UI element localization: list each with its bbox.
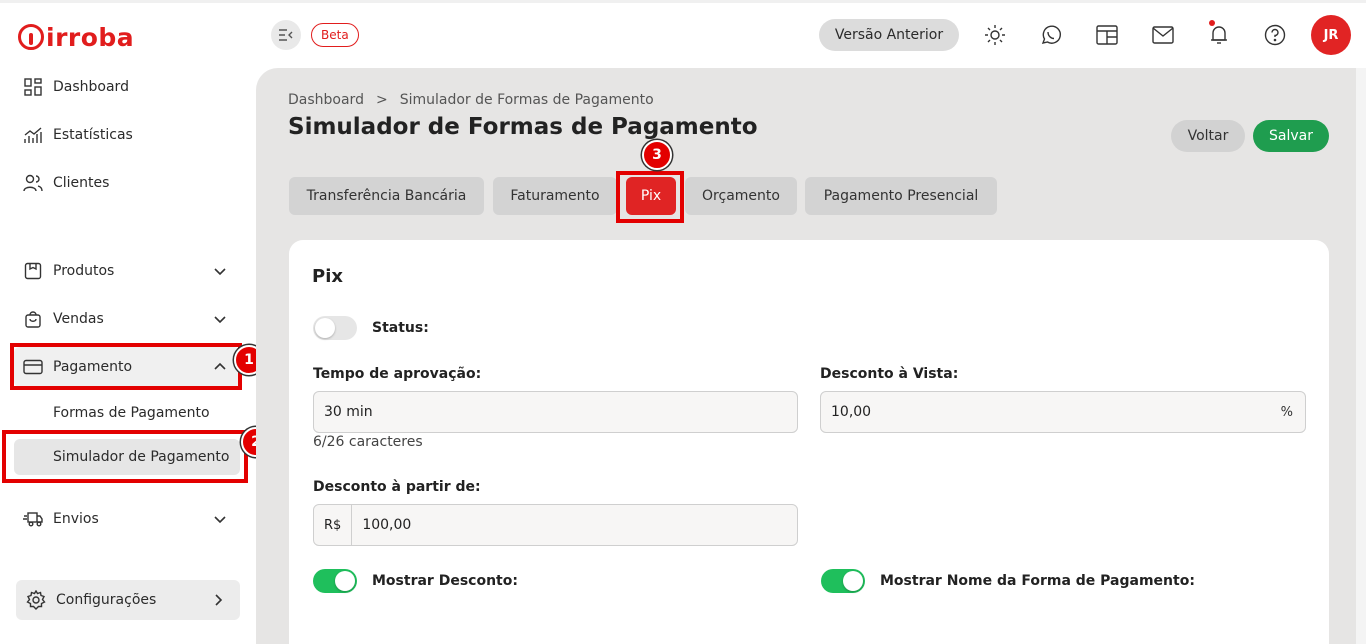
sidebar-item-label: Produtos [53, 263, 115, 279]
step-badge-3: 3 [642, 140, 672, 170]
whatsapp-button[interactable] [1038, 22, 1064, 48]
avatar[interactable]: JR [1311, 15, 1351, 55]
layout-button[interactable] [1094, 22, 1120, 48]
sidebar-item-configuracoes[interactable]: Configurações [16, 580, 240, 620]
users-icon [22, 172, 44, 194]
mail-icon [1152, 26, 1174, 44]
theme-toggle-button[interactable] [982, 22, 1008, 48]
cash-discount-label: Desconto à Vista: [820, 366, 959, 382]
sidebar-toggle-button[interactable] [271, 20, 301, 50]
sidebar-item-label: Clientes [53, 175, 110, 191]
breadcrumb-current: Simulador de Formas de Pagamento [399, 92, 654, 108]
breadcrumb: Dashboard > Simulador de Formas de Pagam… [288, 92, 654, 108]
cash-discount-value: 10,00 [831, 404, 872, 420]
toggle-knob [843, 571, 863, 591]
truck-icon [22, 508, 44, 530]
character-counter: 6/26 caracteres [313, 434, 423, 450]
logo-text: irroba [46, 22, 135, 52]
help-icon [1264, 24, 1286, 46]
toggle-knob [315, 318, 335, 338]
status-label: Status: [372, 320, 429, 336]
section-title: Pix [312, 266, 343, 287]
notifications-button[interactable] [1206, 22, 1232, 48]
highlight-box-pix-tab [616, 171, 684, 223]
collapse-icon [279, 29, 293, 41]
sidebar-item-label: Envios [53, 511, 99, 527]
save-button[interactable]: Salvar [1253, 120, 1329, 152]
show-method-name-label: Mostrar Nome da Forma de Pagamento: [880, 573, 1195, 589]
cash-discount-input[interactable]: 10,00 % [820, 391, 1306, 433]
currency-prefix: R$ [324, 505, 353, 545]
layout-icon [1096, 25, 1118, 45]
sidebar-item-dashboard[interactable]: Dashboard [14, 67, 240, 107]
highlight-box-simulador [2, 430, 248, 483]
show-discount-toggle[interactable] [313, 569, 357, 593]
whatsapp-icon [1041, 25, 1061, 44]
sidebar: irroba Dashboard Estatísticas Clientes P… [0, 3, 256, 644]
highlight-box-pagamento [10, 343, 242, 390]
page-title: Simulador de Formas de Pagamento [288, 114, 758, 140]
sidebar-item-label: Vendas [53, 311, 104, 327]
approval-time-label: Tempo de aprovação: [313, 366, 482, 382]
discount-from-value: 100,00 [362, 517, 412, 533]
sidebar-item-label: Estatísticas [53, 127, 133, 143]
status-toggle[interactable] [313, 316, 357, 340]
sun-icon [985, 25, 1005, 45]
approval-time-input[interactable]: 30 min [313, 391, 798, 433]
percent-suffix: % [1280, 404, 1293, 420]
show-discount-label: Mostrar Desconto: [372, 573, 518, 589]
sidebar-item-produtos[interactable]: Produtos [14, 251, 240, 291]
sidebar-subitem-label: Formas de Pagamento [53, 405, 210, 421]
breadcrumb-separator: > [375, 92, 388, 108]
main-content: Dashboard > Simulador de Formas de Pagam… [256, 68, 1356, 644]
sidebar-item-estatisticas[interactable]: Estatísticas [14, 115, 240, 155]
sidebar-item-envios[interactable]: Envios [14, 499, 240, 539]
chevron-down-icon [214, 516, 226, 524]
discount-from-input[interactable]: R$ 100,00 [313, 504, 798, 546]
tab-transferencia-bancaria[interactable]: Transferência Bancária [289, 177, 484, 215]
approval-time-value: 30 min [324, 404, 373, 420]
previous-version-button[interactable]: Versão Anterior [819, 19, 959, 51]
pix-settings-card: Pix Status: Tempo de aprovação: 30 min 6… [289, 240, 1329, 644]
sidebar-subitem-formas-de-pagamento[interactable]: Formas de Pagamento [14, 395, 240, 431]
mail-button[interactable] [1150, 22, 1176, 48]
tab-faturamento[interactable]: Faturamento [493, 177, 617, 215]
toggle-knob [335, 571, 355, 591]
help-button[interactable] [1262, 22, 1288, 48]
dashboard-icon [22, 76, 44, 98]
bell-icon [1211, 26, 1227, 44]
back-button[interactable]: Voltar [1171, 120, 1245, 152]
tab-pagamento-presencial[interactable]: Pagamento Presencial [805, 177, 997, 215]
sidebar-item-vendas[interactable]: Vendas [14, 299, 240, 339]
box-icon [22, 260, 44, 282]
chart-icon [22, 124, 44, 146]
gear-icon [25, 589, 47, 611]
show-method-name-toggle[interactable] [821, 569, 865, 593]
logo-mark-icon [18, 24, 44, 50]
chevron-right-icon [215, 594, 223, 606]
breadcrumb-dashboard[interactable]: Dashboard [288, 92, 364, 108]
bag-icon [22, 308, 44, 330]
logo[interactable]: irroba [18, 19, 134, 55]
chevron-down-icon [214, 316, 226, 324]
sidebar-item-clientes[interactable]: Clientes [14, 163, 240, 203]
beta-badge: Beta [311, 23, 359, 47]
tab-orcamento[interactable]: Orçamento [685, 177, 797, 215]
scrollbar[interactable] [1356, 68, 1366, 644]
sidebar-item-label: Dashboard [53, 79, 129, 95]
chevron-down-icon [214, 268, 226, 276]
notification-dot [1209, 20, 1215, 26]
discount-from-label: Desconto à partir de: [313, 479, 481, 495]
sidebar-item-label: Configurações [56, 592, 157, 608]
